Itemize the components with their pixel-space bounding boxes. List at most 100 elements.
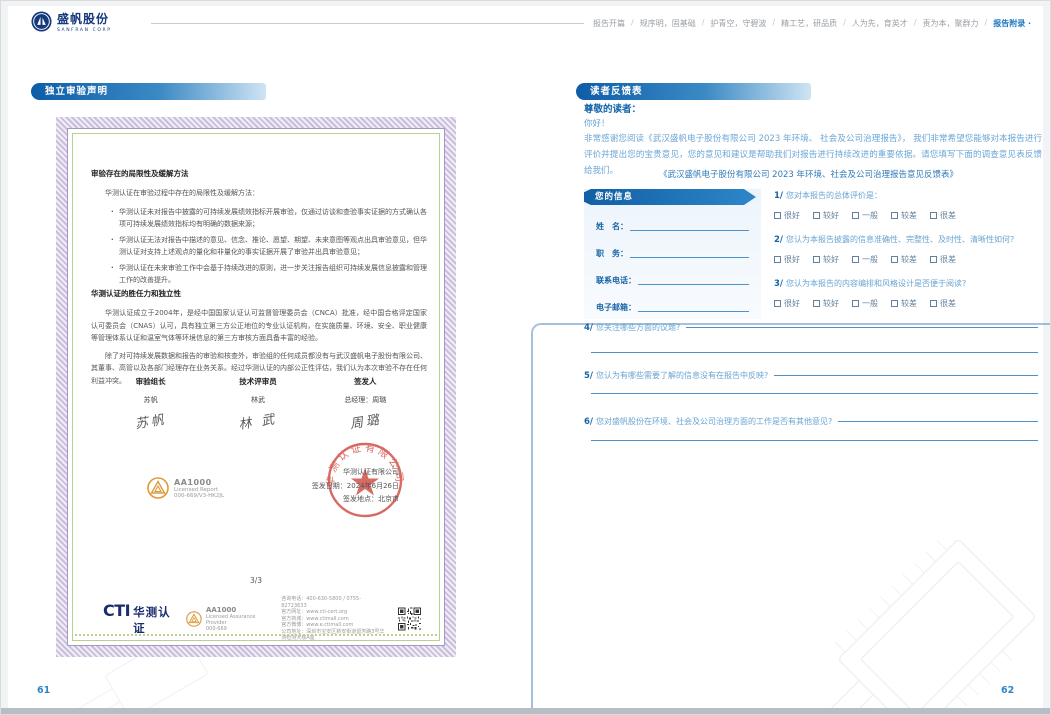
sheet-number: 3/3 (67, 576, 445, 585)
checkbox-icon[interactable] (891, 212, 898, 219)
aa1000-line: Licensed Assurance Provider (206, 614, 269, 626)
rating-option[interactable]: 一般 (852, 210, 878, 221)
job-input-line[interactable] (630, 257, 749, 258)
checkbox-icon[interactable] (852, 300, 859, 307)
nav-item[interactable]: 规序明，固基础 (640, 18, 696, 29)
checkbox-icon[interactable] (852, 212, 859, 219)
answer-line[interactable] (591, 393, 1038, 394)
rating-option[interactable]: 很差 (930, 254, 956, 265)
page-edge (1, 1, 8, 714)
signature-autograph: 周璐 (311, 403, 420, 439)
rating-option[interactable]: 很差 (930, 210, 956, 221)
signature-block: 审验组长 苏帆 苏帆 (97, 376, 204, 430)
section-intro: 华测认证在审验过程中存在的局限性及缓解方法： (91, 187, 427, 200)
field-label: 职 务： (596, 248, 628, 259)
rating-label: 较好 (823, 298, 839, 309)
rating-option[interactable]: 很好 (774, 298, 800, 309)
checkbox-icon[interactable] (774, 300, 781, 307)
question-text: 您关注哪些方面的议题? (596, 322, 680, 333)
nav-separator: / (631, 18, 634, 29)
rating-option[interactable]: 很好 (774, 210, 800, 221)
rating-label: 很好 (784, 254, 800, 265)
chapter-nav: 报告开篇 / 规序明，固基础 / 护青空，守碧波 / 精工艺，研品质 / 人为先… (593, 18, 1043, 29)
rating-option[interactable]: 一般 (852, 254, 878, 265)
limitation-bullet: 华测认证无法对报告中描述的意见、信念、推论、愿望、期望、未来意图等观点出具审验意… (111, 234, 427, 259)
rating-option[interactable]: 一般 (852, 298, 878, 309)
rating-label: 较好 (823, 210, 839, 221)
section-heading: 审验存在的局限性及缓解方法 (91, 168, 427, 179)
checkbox-icon[interactable] (891, 256, 898, 263)
rating-options: 很好 较好 一般 较差 很差 (774, 254, 1040, 265)
question-text: 您认为本报告披露的信息准确性、完整性、及时性、清晰性如何? (786, 234, 1014, 245)
nav-item-active[interactable]: 报告附录 · (993, 18, 1031, 29)
rating-label: 较差 (901, 254, 917, 265)
section-heading: 华测认证的胜任力和独立性 (91, 288, 427, 299)
aa1000-line: 000-669 (206, 626, 269, 632)
checkbox-icon[interactable] (813, 212, 820, 219)
reader-info-box: 您的信息 姓 名： 职 务： 联系电话： 电子邮箱： (584, 189, 761, 319)
checkbox-icon[interactable] (891, 300, 898, 307)
answer-line[interactable] (686, 327, 1038, 328)
question-text: 您认为有哪些需要了解的信息没有在报告中反映? (596, 370, 768, 381)
question-number: 4/ (584, 323, 593, 333)
signature-autograph: 林 武 (204, 403, 313, 439)
limitation-bullet: 华测认证未对报告中披露的可持续发展绩效指标开展审验，仅通过访谈和查验事实证据的方… (111, 206, 427, 231)
competence-section: 华测认证的胜任力和独立性 华测认证成立于2004年，是经中国国家认证认可监督管理… (91, 288, 427, 387)
nav-item[interactable]: 精工艺，研品质 (781, 18, 837, 29)
rating-label: 较差 (901, 298, 917, 309)
rating-option[interactable]: 较差 (891, 254, 917, 265)
left-page-title: 独立审验声明 (31, 83, 266, 100)
bottom-strip (1, 708, 1050, 714)
checkbox-icon[interactable] (774, 212, 781, 219)
nav-item[interactable]: 人为先，育英才 (852, 18, 908, 29)
sail-logo-icon (31, 11, 52, 32)
signature-role: 签发人 (312, 376, 419, 387)
limitation-bullet: 华测认证在未来审验工作中会基于持续改进的原则，进一步关注报告组织可持续发展信息披… (111, 262, 427, 287)
rating-label: 一般 (862, 210, 878, 221)
signature-block: 技术评审员 林武 林 武 (204, 376, 311, 430)
rating-option[interactable]: 较差 (891, 210, 917, 221)
question-2: 2/ 您认为本报告披露的信息准确性、完整性、及时性、清晰性如何? 很好 较好 一… (774, 234, 1040, 265)
answer-line[interactable] (591, 440, 1038, 441)
aa1000-line: Licensed Report (174, 487, 224, 493)
answer-line[interactable] (774, 375, 1038, 376)
checkbox-icon[interactable] (930, 212, 937, 219)
checkbox-icon[interactable] (930, 300, 937, 307)
nav-item[interactable]: 责为本，聚群力 (923, 18, 979, 29)
rating-label: 很差 (940, 298, 956, 309)
nav-item[interactable]: 报告开篇 (593, 18, 625, 29)
right-page-number: 62 (1001, 685, 1014, 696)
answer-line[interactable] (838, 421, 1038, 422)
rating-label: 一般 (862, 298, 878, 309)
signature-name: 林武 (204, 395, 311, 405)
email-input-line[interactable] (638, 311, 749, 312)
question-text: 您对盛帆股份在环境、社会及公司治理方面的工作是否有其他意见? (596, 416, 832, 427)
rating-option[interactable]: 较好 (813, 298, 839, 309)
answer-line[interactable] (591, 352, 1038, 353)
checkbox-icon[interactable] (774, 256, 781, 263)
cti-logo-cn: 华测认证 (133, 604, 174, 636)
aa1000-report-badge: AA1000 Licensed Report 000-669/V3-HK2JL (147, 477, 224, 499)
rating-label: 较差 (901, 210, 917, 221)
rating-option[interactable]: 较好 (813, 254, 839, 265)
header-rule (151, 23, 584, 24)
issuer-company: 华测认证有限公司 (237, 466, 399, 480)
checkbox-icon[interactable] (852, 256, 859, 263)
rating-option[interactable]: 较差 (891, 298, 917, 309)
phone-input-line[interactable] (638, 284, 749, 285)
signature-role: 审验组长 (97, 376, 204, 387)
name-input-line[interactable] (630, 230, 749, 231)
rating-option[interactable]: 很好 (774, 254, 800, 265)
nav-item[interactable]: 护青空，守碧波 (710, 18, 766, 29)
limitations-section: 审验存在的局限性及缓解方法 华测认证在审验过程中存在的局限性及缓解方法： 华测认… (91, 168, 427, 290)
checkbox-icon[interactable] (930, 256, 937, 263)
checkbox-icon[interactable] (813, 300, 820, 307)
aa1000-line: 000-669/V3-HK2JL (174, 493, 224, 499)
rating-option[interactable]: 较好 (813, 210, 839, 221)
nav-separator: / (914, 18, 917, 29)
rating-option[interactable]: 很差 (930, 298, 956, 309)
checkbox-icon[interactable] (813, 256, 820, 263)
field-label: 电子邮箱： (596, 302, 636, 313)
issue-info: 华测认证有限公司 签发日期：2024年6月26日 签发地点：北京市 (237, 466, 399, 507)
signature-autograph: 苏帆 (96, 403, 205, 439)
